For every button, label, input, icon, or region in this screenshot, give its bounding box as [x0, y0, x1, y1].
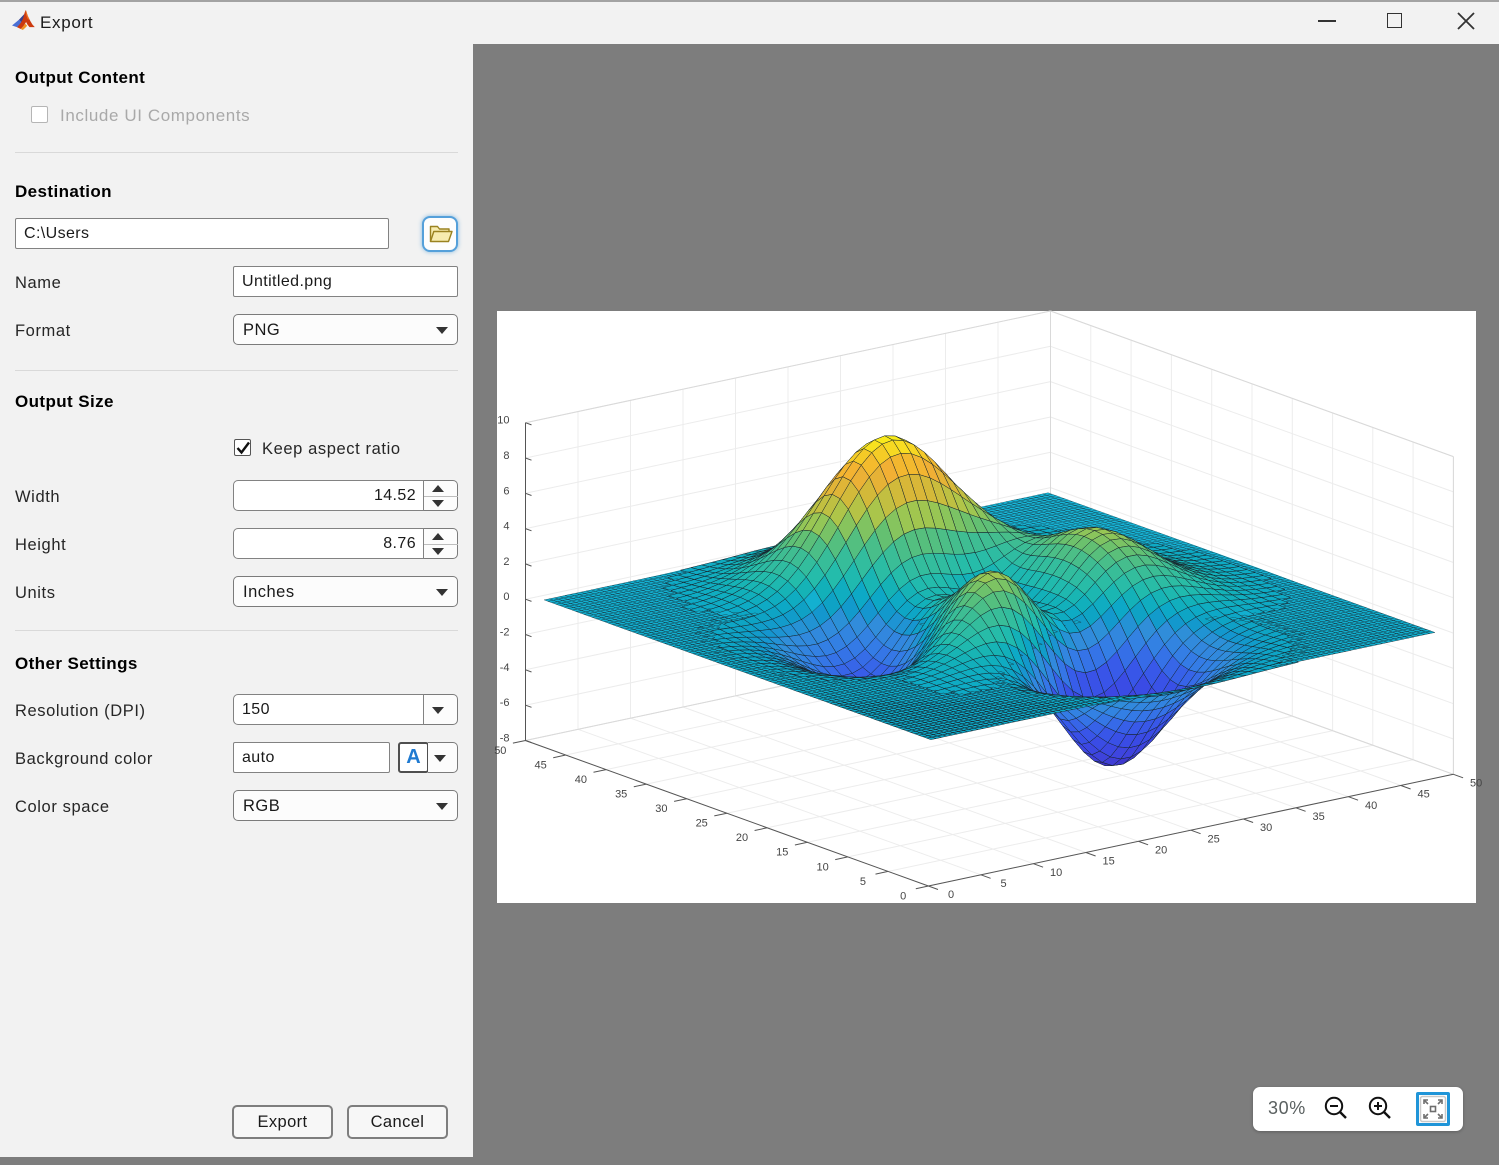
svg-text:15: 15: [1102, 856, 1114, 868]
svg-text:50: 50: [494, 745, 506, 757]
svg-text:-6: -6: [500, 697, 510, 709]
svg-text:5: 5: [860, 876, 866, 888]
svg-text:10: 10: [1050, 867, 1062, 879]
svg-text:30: 30: [1260, 822, 1272, 834]
svg-text:30: 30: [655, 803, 667, 815]
svg-text:5: 5: [1001, 878, 1007, 890]
svg-text:10: 10: [816, 861, 828, 873]
svg-text:15: 15: [776, 847, 788, 859]
svg-text:10: 10: [497, 415, 509, 427]
svg-text:0: 0: [900, 890, 906, 902]
svg-text:20: 20: [1155, 845, 1167, 857]
svg-text:0: 0: [948, 889, 954, 901]
svg-text:-2: -2: [500, 627, 510, 639]
svg-text:35: 35: [1312, 811, 1324, 823]
svg-text:45: 45: [534, 759, 546, 771]
svg-text:6: 6: [503, 485, 509, 497]
svg-text:40: 40: [575, 774, 587, 786]
svg-text:45: 45: [1417, 789, 1429, 801]
svg-text:20: 20: [736, 832, 748, 844]
svg-text:25: 25: [1207, 833, 1219, 845]
svg-text:25: 25: [696, 818, 708, 830]
svg-text:40: 40: [1365, 800, 1377, 812]
svg-text:2: 2: [503, 556, 509, 568]
svg-text:35: 35: [615, 789, 627, 801]
svg-text:8: 8: [503, 450, 509, 462]
svg-text:4: 4: [503, 521, 509, 533]
svg-text:50: 50: [1470, 778, 1482, 790]
svg-text:-8: -8: [500, 733, 510, 745]
svg-text:-4: -4: [500, 662, 510, 674]
svg-text:0: 0: [503, 591, 509, 603]
